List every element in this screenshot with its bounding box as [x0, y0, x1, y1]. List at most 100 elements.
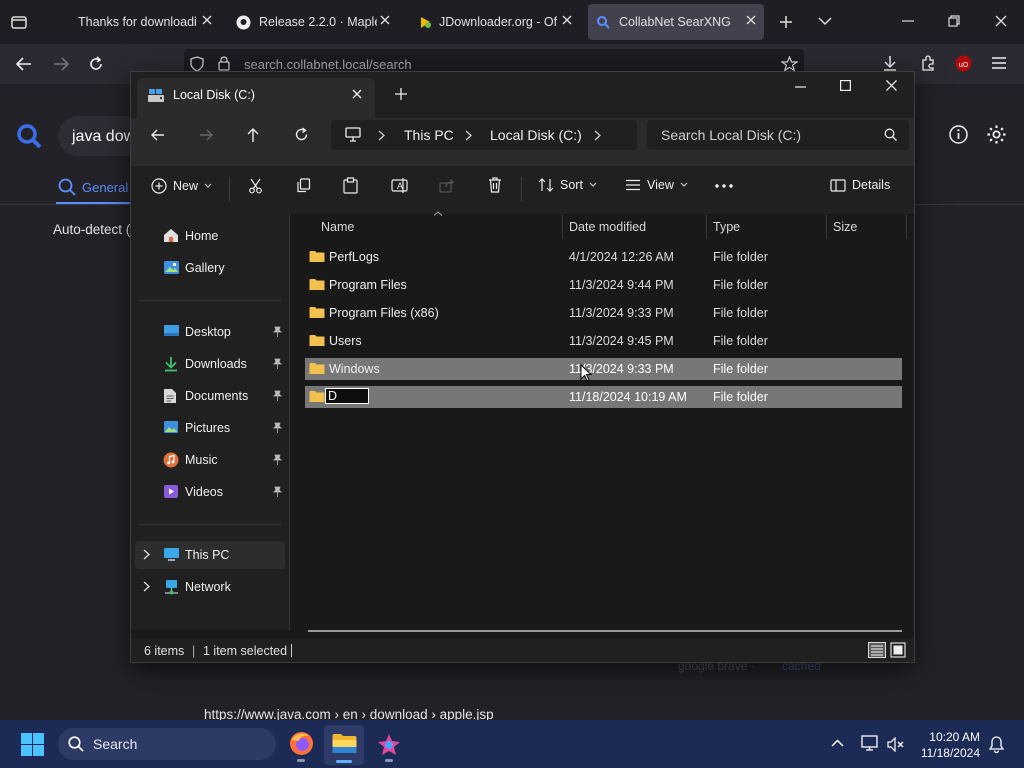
column-header-name[interactable]: Name	[321, 220, 354, 234]
column-header-type[interactable]: Type	[713, 220, 740, 234]
details-button[interactable]: Details	[830, 178, 890, 192]
file-row-renaming[interactable]: 11/18/2024 10:19 AM File folder	[305, 386, 902, 408]
nav-music[interactable]: Music	[135, 446, 285, 474]
more-options-icon[interactable]	[715, 184, 733, 188]
horizontal-scrollbar[interactable]	[308, 630, 902, 632]
minimize-icon[interactable]	[795, 86, 806, 88]
nav-gallery[interactable]: Gallery	[135, 254, 285, 282]
file-explorer-app-icon[interactable]	[332, 733, 357, 755]
view-button[interactable]: View	[625, 178, 688, 192]
nav-downloads[interactable]: Downloads	[135, 350, 285, 378]
delete-trash-icon[interactable]	[488, 177, 502, 193]
forward-arrow-icon[interactable]	[52, 56, 70, 72]
column-separator[interactable]	[906, 215, 907, 239]
column-header-date[interactable]: Date modified	[569, 220, 646, 234]
extensions-icon[interactable]	[920, 55, 936, 71]
paste-icon[interactable]	[343, 177, 358, 194]
searxng-logo-icon[interactable]	[16, 123, 42, 149]
chevron-up-icon[interactable]	[831, 739, 844, 747]
breadcrumb-local-disk[interactable]: Local Disk (C:)	[490, 127, 582, 143]
file-row[interactable]: PerfLogs 4/1/2024 12:26 AM File folder	[305, 246, 902, 268]
clock-time[interactable]: 10:20 AM	[920, 730, 980, 744]
chevron-right-icon[interactable]	[143, 581, 150, 592]
column-header-size[interactable]: Size	[833, 220, 857, 234]
close-tab-icon[interactable]	[352, 89, 362, 99]
close-icon[interactable]	[380, 15, 390, 25]
clock-date[interactable]: 11/18/2024	[910, 746, 980, 760]
display-status-icon[interactable]	[861, 735, 879, 752]
close-icon[interactable]	[746, 15, 756, 25]
back-arrow-icon[interactable]	[15, 56, 33, 72]
file-row[interactable]: Program Files 11/3/2024 9:44 PM File fol…	[305, 274, 902, 296]
refresh-icon[interactable]	[294, 127, 309, 142]
up-arrow-icon[interactable]	[246, 127, 260, 143]
tab-overview-icon[interactable]	[10, 14, 28, 30]
close-icon[interactable]	[562, 15, 572, 25]
forward-arrow-icon[interactable]	[198, 128, 214, 142]
tiles-view-icon[interactable]	[890, 642, 906, 658]
browser-tab-1[interactable]: Thanks for downloading	[60, 4, 220, 40]
file-row[interactable]: Users 11/3/2024 9:45 PM File folder	[305, 330, 902, 352]
nav-pictures[interactable]: Pictures	[135, 414, 285, 442]
nav-this-pc[interactable]: This PC	[135, 541, 285, 569]
language-autodetect[interactable]: Auto-detect (	[53, 222, 130, 237]
chevron-right-icon[interactable]	[594, 130, 601, 141]
ublock-icon[interactable]: uO	[955, 55, 972, 72]
chevron-right-icon[interactable]	[465, 130, 472, 141]
pin-icon[interactable]	[273, 422, 282, 433]
rename-icon[interactable]: A	[391, 178, 408, 193]
rename-input[interactable]	[325, 388, 369, 404]
maximize-icon[interactable]	[840, 80, 851, 91]
browser-tab-2[interactable]: Release 2.2.0 · Maplesp	[228, 4, 398, 40]
column-separator[interactable]	[826, 215, 827, 239]
nav-home[interactable]: Home	[135, 222, 285, 250]
minimize-icon[interactable]	[902, 20, 914, 22]
column-separator[interactable]	[562, 215, 563, 239]
close-window-icon[interactable]	[995, 15, 1007, 27]
firefox-app-icon[interactable]	[289, 731, 314, 756]
shield-icon[interactable]	[190, 56, 204, 72]
file-row-selected[interactable]: Windows 11/3/2024 9:33 PM File folder	[305, 358, 902, 380]
browser-tab-3[interactable]: JDownloader.org - Offi	[410, 4, 580, 40]
info-icon[interactable]	[949, 125, 968, 144]
chevron-right-icon[interactable]	[378, 130, 385, 141]
browser-tab-4-active[interactable]: CollabNet SearXNG	[588, 4, 764, 40]
sort-button[interactable]: Sort	[538, 178, 597, 192]
chevron-right-icon[interactable]	[143, 549, 150, 560]
hamburger-menu-icon[interactable]	[992, 57, 1006, 69]
pin-icon[interactable]	[273, 390, 282, 401]
close-window-icon[interactable]	[886, 80, 897, 91]
reload-icon[interactable]	[88, 56, 104, 72]
copy-icon[interactable]	[296, 178, 311, 193]
lock-icon[interactable]	[218, 56, 230, 71]
taskbar-search-box[interactable]	[58, 728, 276, 760]
windows-start-icon[interactable]	[21, 733, 44, 756]
nav-network[interactable]: Network	[135, 573, 285, 601]
tab-general[interactable]: General	[82, 180, 128, 195]
tab-list-chevron-icon[interactable]	[818, 16, 832, 26]
pin-icon[interactable]	[273, 454, 282, 465]
new-tab-plus-icon[interactable]	[395, 88, 407, 100]
pin-icon[interactable]	[273, 358, 282, 369]
file-row[interactable]: Program Files (x86) 11/3/2024 9:33 PM Fi…	[305, 302, 902, 324]
nav-desktop[interactable]: Desktop	[135, 318, 285, 346]
settings-gear-icon[interactable]	[986, 124, 1007, 145]
breadcrumb-this-pc[interactable]: This PC	[404, 127, 454, 143]
new-button[interactable]: New	[151, 178, 212, 194]
sound-muted-icon[interactable]	[887, 737, 904, 752]
column-separator[interactable]	[706, 215, 707, 239]
address-breadcrumb-bar[interactable]	[331, 120, 637, 150]
notification-bell-icon[interactable]	[989, 736, 1004, 753]
search-icon[interactable]	[884, 128, 897, 141]
details-view-icon[interactable]	[868, 642, 886, 658]
restore-icon[interactable]	[948, 15, 960, 27]
paint-app-icon[interactable]	[377, 732, 402, 756]
nav-videos[interactable]: Videos	[135, 478, 285, 506]
back-arrow-icon[interactable]	[150, 128, 166, 142]
monitor-icon[interactable]	[345, 127, 361, 142]
bookmark-star-icon[interactable]	[781, 56, 798, 72]
pin-icon[interactable]	[273, 486, 282, 497]
pin-icon[interactable]	[273, 326, 282, 337]
nav-documents[interactable]: Documents	[135, 382, 285, 410]
cut-icon[interactable]	[248, 178, 263, 194]
